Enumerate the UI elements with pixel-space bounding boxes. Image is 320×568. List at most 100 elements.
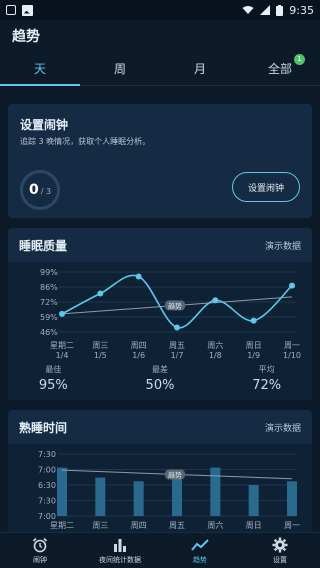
- y-tick-label: 7:00: [38, 512, 56, 521]
- status-bar: 9:35: [0, 0, 320, 20]
- x-tick-date: 1/6: [132, 351, 145, 360]
- alarm-clock-icon: [32, 537, 48, 552]
- deep-sleep-panel: 熟睡时间 演示数据 7:30 7:00 6:30 7:30 7:00 趋势星期二 周三 周四 周…: [8, 410, 312, 532]
- stat-average-value: 72%: [252, 378, 282, 393]
- data-point: [59, 310, 65, 317]
- data-point: [250, 317, 257, 324]
- battery-icon: [276, 4, 284, 16]
- tab-week[interactable]: 周: [80, 52, 160, 85]
- x-tick-day: 周日: [246, 341, 262, 350]
- x-tick-day: 星期二: [50, 341, 74, 350]
- bottom-navigation: 闹钟 夜间统计数据 趋势 设置: [0, 532, 320, 568]
- stat-best: 最佳 95%: [0, 364, 107, 404]
- sleep-quality-title: 睡眠质量: [19, 238, 68, 253]
- nav-alarm-label: 闹钟: [33, 555, 47, 564]
- alarm-card-title: 设置闹钟: [20, 118, 69, 132]
- deep-sleep-chart: 7:30 7:00 6:30 7:30 7:00 趋势星期二 周三 周四 周五 周六 周日 周一: [38, 450, 300, 530]
- bar: [248, 485, 259, 516]
- signal-icon: [260, 5, 271, 15]
- stat-worst-value: 50%: [145, 378, 175, 393]
- bar: [172, 477, 182, 516]
- nav-trends[interactable]: 趋势: [160, 533, 240, 568]
- trend-line-icon: [191, 538, 209, 551]
- data-point: [289, 282, 295, 289]
- y-tick-label: 99%: [40, 268, 58, 277]
- nav-settings-label: 设置: [273, 555, 287, 564]
- gear-icon: [272, 537, 288, 552]
- x-tick-date: 1/7: [171, 351, 184, 360]
- data-point: [135, 273, 142, 280]
- x-tick-day: 周四: [131, 341, 147, 350]
- page-title: 趋势: [12, 29, 40, 45]
- sleep-quality-demo-link[interactable]: 演示数据: [265, 239, 301, 252]
- status-time: 9:35: [289, 3, 314, 17]
- alarm-setup-card: 设置闹钟 追踪 3 晚情况，获取个人睡眠分析。 0 / 3 设置闹钟: [8, 104, 312, 218]
- nav-settings[interactable]: 设置: [240, 533, 320, 568]
- deep-sleep-header: 熟睡时间 演示数据: [8, 410, 312, 444]
- x-tick-date: 1/10: [283, 351, 301, 360]
- x-tick-date: 1/8: [209, 351, 222, 360]
- trend-label: 趋势: [168, 470, 182, 479]
- progress-current: 0: [28, 182, 39, 198]
- bar: [133, 481, 144, 516]
- tab-day[interactable]: 天: [0, 52, 80, 86]
- status-left: [6, 4, 33, 16]
- tab-all-label: 全部: [267, 62, 292, 76]
- x-tick-day: 周六: [207, 520, 223, 530]
- nav-night-stats-label: 夜间统计数据: [99, 555, 141, 564]
- deep-sleep-title: 熟睡时间: [19, 420, 68, 435]
- stat-worst-label: 最差: [152, 365, 168, 374]
- deep-sleep-demo-link[interactable]: 演示数据: [265, 421, 301, 434]
- sleep-quality-header: 睡眠质量 演示数据: [8, 228, 312, 262]
- tab-day-label: 天: [33, 62, 46, 76]
- app-bar: 趋势: [0, 20, 320, 52]
- x-tick-day: 周五: [169, 521, 185, 530]
- tab-all[interactable]: 全部 1: [240, 52, 320, 85]
- bar: [95, 477, 106, 516]
- stat-best-value: 95%: [38, 378, 68, 393]
- nav-alarm[interactable]: 闹钟: [0, 533, 80, 568]
- stat-average: 平均 72%: [213, 364, 320, 404]
- data-point: [174, 324, 180, 331]
- data-point: [97, 290, 104, 297]
- x-tick-date: 1/5: [94, 351, 107, 360]
- stat-worst: 最差 50%: [107, 364, 214, 404]
- y-tick-label: 6:30: [38, 481, 56, 490]
- x-tick-day: 周三: [92, 521, 108, 530]
- nav-night-stats[interactable]: 夜间统计数据: [80, 533, 160, 568]
- data-point: [212, 297, 219, 304]
- y-tick-label: 72%: [40, 298, 58, 307]
- x-tick-day: 星期二: [50, 521, 74, 530]
- bar: [287, 481, 297, 516]
- y-tick-label: 7:00: [38, 466, 56, 475]
- nav-trends-label: 趋势: [193, 555, 207, 564]
- progress-ring: 0 / 3: [20, 170, 60, 210]
- set-alarm-button[interactable]: 设置闹钟: [232, 172, 300, 202]
- tab-month-label: 月: [193, 62, 206, 76]
- image-icon: [22, 4, 33, 16]
- bar: [57, 467, 67, 516]
- y-tick-label: 7:30: [38, 497, 56, 506]
- x-tick-day: 周三: [92, 341, 108, 350]
- x-tick-day: 周四: [131, 521, 147, 530]
- stat-best-label: 最佳: [45, 365, 62, 374]
- sleep-quality-stats: 最佳 95% 最差 50% 平均 72%: [0, 364, 320, 404]
- x-tick-day: 周日: [246, 521, 262, 530]
- y-tick-label: 86%: [40, 283, 58, 292]
- x-tick-day: 周一: [284, 521, 300, 530]
- x-tick-date: 1/4: [56, 351, 69, 360]
- status-right: 9:35: [242, 4, 314, 17]
- deep-sleep-chart-area: 7:30 7:00 6:30 7:30 7:00 趋势星期二 周三 周四 周五 周六 周日 周一: [8, 444, 312, 532]
- tab-month[interactable]: 月: [160, 52, 240, 85]
- x-tick-date: 1/9: [247, 351, 260, 360]
- y-tick-label: 46%: [40, 328, 58, 337]
- bar-chart-icon: [114, 538, 126, 552]
- x-tick-day: 周一: [284, 341, 300, 350]
- progress-total: / 3: [40, 187, 52, 196]
- bar: [210, 467, 221, 516]
- x-tick-day: 周五: [169, 341, 185, 350]
- tab-all-badge: 1: [294, 54, 305, 65]
- period-tabs: 天 周 月 全部 1: [0, 52, 320, 86]
- y-tick-label: 7:30: [38, 450, 56, 459]
- tab-week-label: 周: [113, 62, 126, 76]
